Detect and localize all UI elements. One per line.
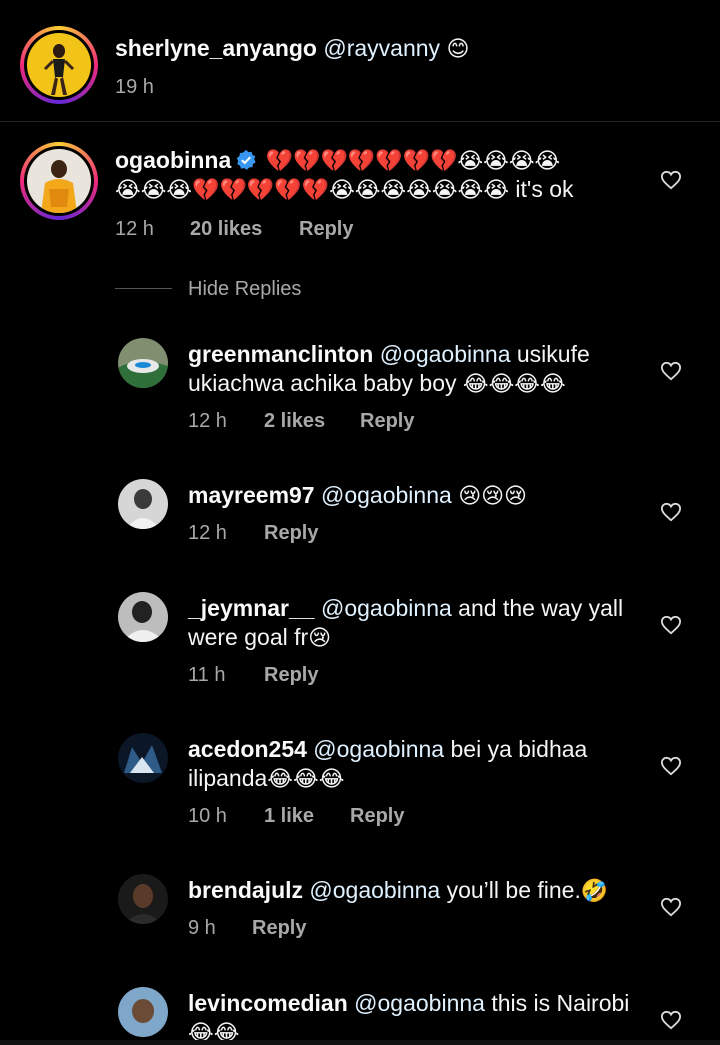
comment-time: 12 h [188,522,227,544]
avatar-image [27,33,91,97]
comment-likes[interactable]: 2 likes [264,410,360,433]
comment-emoji: 😂😂😂😂 [462,372,566,397]
reply-meta: 11 h Reply [188,664,318,687]
comment-emoji: 😂😂😂 [267,767,345,792]
comment-username[interactable]: brendajulz [188,877,303,903]
heart-outline-icon[interactable] [660,1010,682,1030]
heart-outline-icon[interactable] [660,361,682,381]
heart-outline-icon[interactable] [660,615,682,635]
reply-button[interactable]: Reply [360,410,414,433]
comment-username[interactable]: sherlyne_anyango [115,35,317,61]
avatar-image [118,987,168,1037]
avatar[interactable] [118,479,168,529]
heart-outline-icon[interactable] [660,897,682,917]
comment-emoji: 🤣 [580,879,609,904]
avatar-image [118,479,168,529]
hide-replies-divider [115,288,172,289]
comment-mention[interactable]: @rayvanny [323,35,440,61]
reply-text: brendajulz @ogaobinna you’ll be fine.🤣 [188,876,638,905]
reply-text: _jeymnar__ @ogaobinna and the way yall w… [188,594,638,652]
comment-mention[interactable]: @ogaobinna [354,990,485,1016]
avatar[interactable] [118,874,168,924]
reply-meta: 9 h Reply [188,917,306,940]
top-comment-text: sherlyne_anyango @rayvanny 😊 [115,34,469,63]
comment-username[interactable]: greenmanclinton [188,341,373,367]
heart-outline-icon[interactable] [660,170,682,190]
top-comment-meta: 19 h [115,76,154,99]
comment-body: this is Nairobi [491,990,630,1016]
top-comment: sherlyne_anyango @rayvanny 😊 19 h [0,0,720,122]
avatar-image [27,149,91,213]
comment-body: it's ok [515,176,574,202]
main-comment-text: ogaobinna 💔💔💔💔💔💔💔😭😭😭😭 😭😭😭💔💔💔💔💔😭😭😭😭😭😭😭 it… [115,146,635,204]
heart-outline-icon[interactable] [660,502,682,522]
comment-username[interactable]: ogaobinna [115,147,231,173]
reply-meta: 10 h 1 like Reply [188,805,404,828]
comment-time: 12 h [188,410,227,432]
avatar-image [118,592,168,642]
reply-button[interactable]: Reply [252,917,306,940]
avatar-image [118,874,168,924]
avatar-sherlyne[interactable] [20,26,98,104]
comment-time: 10 h [188,805,227,827]
reply-meta: 12 h Reply [188,522,318,545]
comment-mention[interactable]: @ogaobinna [313,736,444,762]
comment-username[interactable]: _jeymnar__ [188,595,315,621]
comment-body: you’ll be fine. [446,877,581,903]
avatar[interactable] [118,592,168,642]
comment-username[interactable]: levincomedian [188,990,348,1016]
verified-badge-icon [237,149,256,170]
comment-likes[interactable]: 20 likes [190,218,299,241]
comment-emoji: 😊 [446,37,470,62]
comment-time: 11 h [188,664,226,686]
comment-emoji: 😭😭😭💔💔💔💔💔😭😭😭😭😭😭😭 [115,178,510,203]
reply-meta: 12 h 2 likes Reply [188,410,414,433]
comment-time: 9 h [188,917,216,939]
reply-button[interactable]: Reply [264,664,318,687]
avatar[interactable] [118,338,168,388]
comment-username[interactable]: mayreem97 [188,482,315,508]
comment-mention[interactable]: @ogaobinna [309,877,440,903]
avatar-ogaobinna[interactable] [20,142,98,220]
comment-username[interactable]: acedon254 [188,736,307,762]
comment-mention[interactable]: @ogaobinna [380,341,511,367]
main-comment-meta: 12 h 20 likes Reply [115,218,353,241]
avatar-image [118,338,168,388]
heart-outline-icon[interactable] [660,756,682,776]
reply-button[interactable]: Reply [299,218,353,241]
reply-button[interactable]: Reply [350,805,404,828]
avatar[interactable] [118,987,168,1037]
comment-emoji: 💔💔💔💔💔💔💔😭😭😭😭 [265,149,561,174]
comment-emoji: 😢 [308,626,332,651]
hide-replies-button[interactable]: Hide Replies [188,278,301,301]
reply-text: levincomedian @ogaobinna this is Nairobi… [188,989,638,1045]
reply-text: greenmanclinton @ogaobinna usikufe ukiac… [188,340,638,398]
comment-mention[interactable]: @ogaobinna [321,595,452,621]
reply-text: mayreem97 @ogaobinna 😢😢😢 [188,481,527,510]
comment-mention[interactable]: @ogaobinna [321,482,452,508]
reply-text: acedon254 @ogaobinna bei ya bidhaa ilipa… [188,735,638,793]
avatar-image [118,733,168,783]
reply-button[interactable]: Reply [264,522,318,545]
bottom-edge [0,1040,720,1045]
comment-likes[interactable]: 1 like [264,805,350,828]
comment-time: 12 h [115,218,154,240]
comment-emoji: 😢😢😢 [458,484,527,509]
comment-time: 19 h [115,76,154,98]
avatar[interactable] [118,733,168,783]
